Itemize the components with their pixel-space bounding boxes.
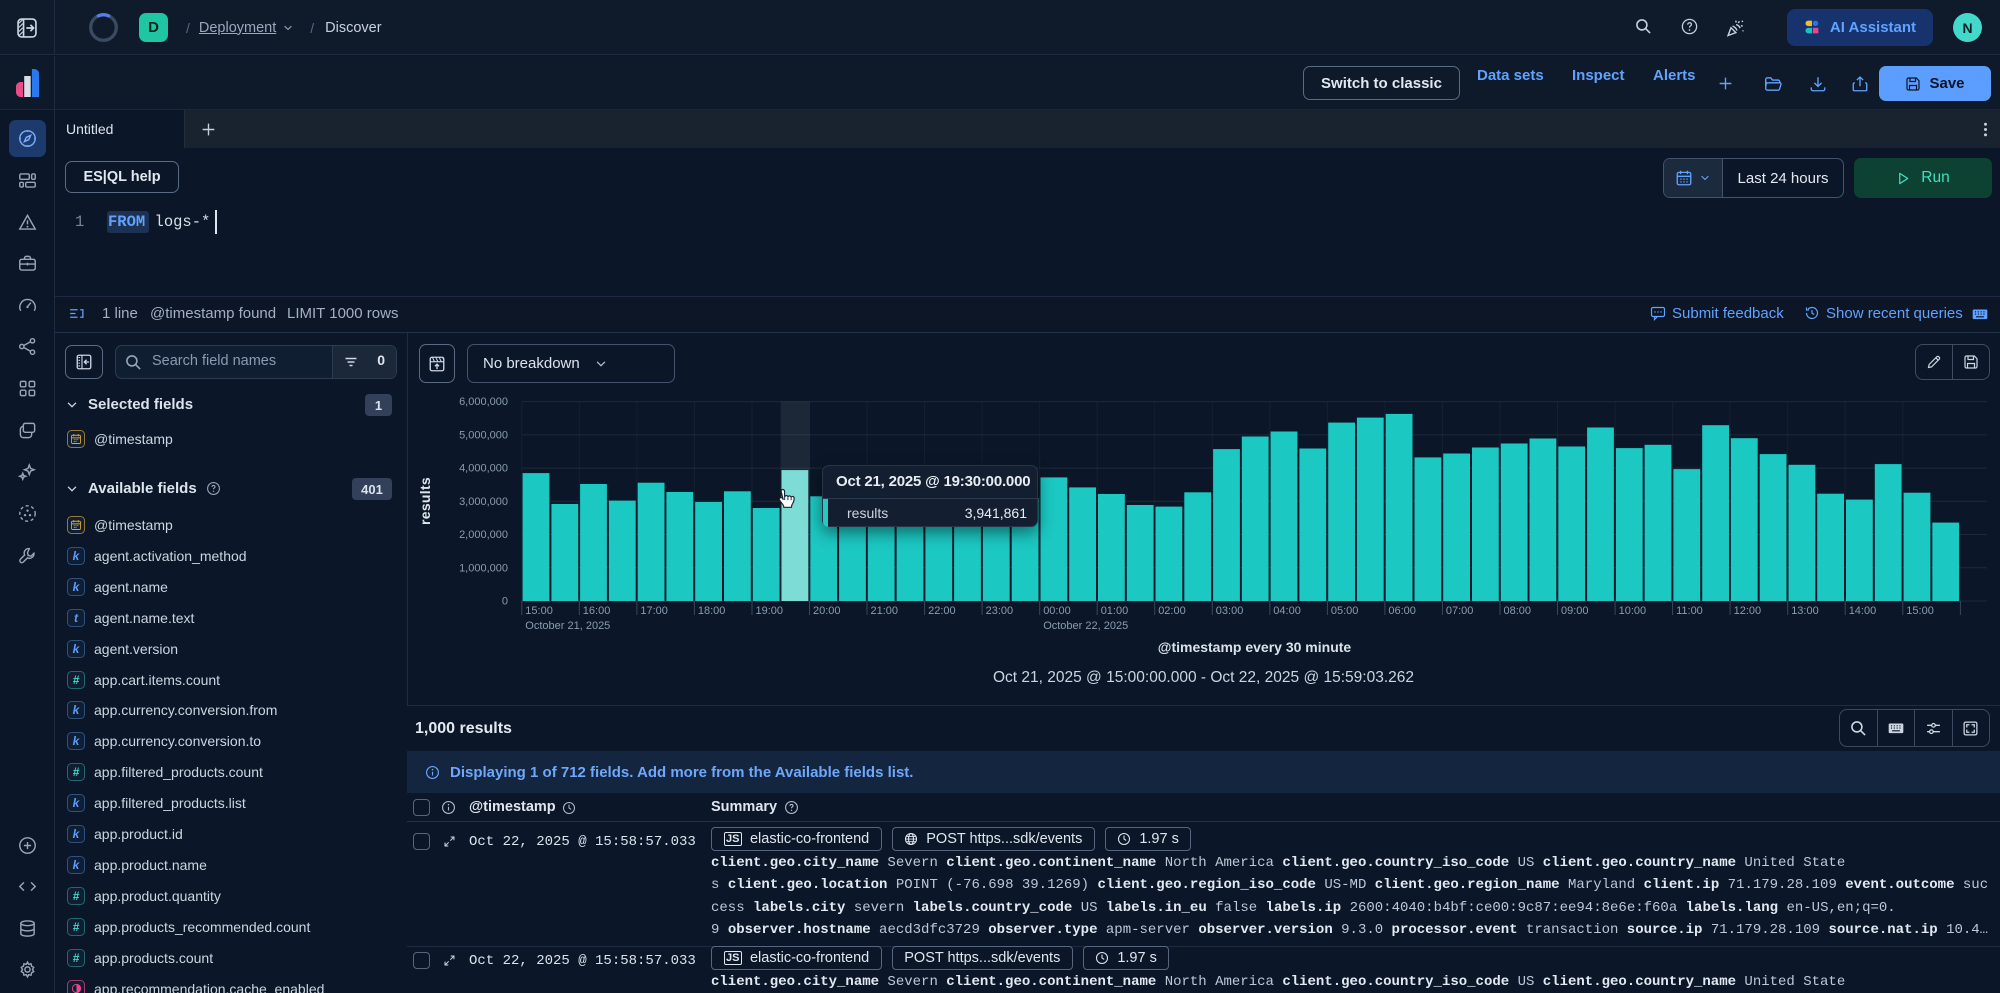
svg-text:17:00: 17:00	[640, 605, 668, 617]
svg-text:0: 0	[502, 596, 508, 608]
svg-text:22:00: 22:00	[928, 605, 956, 617]
svg-text:4,000,000: 4,000,000	[459, 463, 508, 475]
svg-text:2,000,000: 2,000,000	[459, 529, 508, 541]
svg-text:00:00: 00:00	[1043, 605, 1071, 617]
svg-text:02:00: 02:00	[1158, 605, 1186, 617]
svg-text:15:00: 15:00	[1906, 605, 1934, 617]
svg-text:19:00: 19:00	[756, 605, 784, 617]
svg-text:21:00: 21:00	[871, 605, 899, 617]
svg-text:09:00: 09:00	[1561, 605, 1589, 617]
svg-text:07:00: 07:00	[1446, 605, 1474, 617]
svg-text:08:00: 08:00	[1504, 605, 1532, 617]
svg-text:01:00: 01:00	[1101, 605, 1129, 617]
svg-text:11:00: 11:00	[1676, 605, 1703, 617]
svg-text:October 22, 2025: October 22, 2025	[1043, 620, 1128, 632]
svg-text:20:00: 20:00	[813, 605, 841, 617]
svg-text:13:00: 13:00	[1791, 605, 1819, 617]
svg-text:3,000,000: 3,000,000	[459, 496, 508, 508]
svg-text:15:00: 15:00	[525, 605, 553, 617]
svg-text:18:00: 18:00	[698, 605, 726, 617]
svg-text:14:00: 14:00	[1849, 605, 1877, 617]
svg-text:October 21, 2025: October 21, 2025	[525, 620, 610, 632]
svg-text:12:00: 12:00	[1734, 605, 1762, 617]
svg-text:04:00: 04:00	[1273, 605, 1301, 617]
svg-text:6,000,000: 6,000,000	[459, 396, 508, 408]
svg-text:5,000,000: 5,000,000	[459, 429, 508, 441]
svg-text:03:00: 03:00	[1216, 605, 1244, 617]
svg-text:16:00: 16:00	[583, 605, 611, 617]
svg-text:05:00: 05:00	[1331, 605, 1359, 617]
svg-text:1,000,000: 1,000,000	[459, 562, 508, 574]
svg-text:23:00: 23:00	[986, 605, 1014, 617]
svg-text:10:00: 10:00	[1619, 605, 1647, 617]
svg-text:06:00: 06:00	[1388, 605, 1416, 617]
